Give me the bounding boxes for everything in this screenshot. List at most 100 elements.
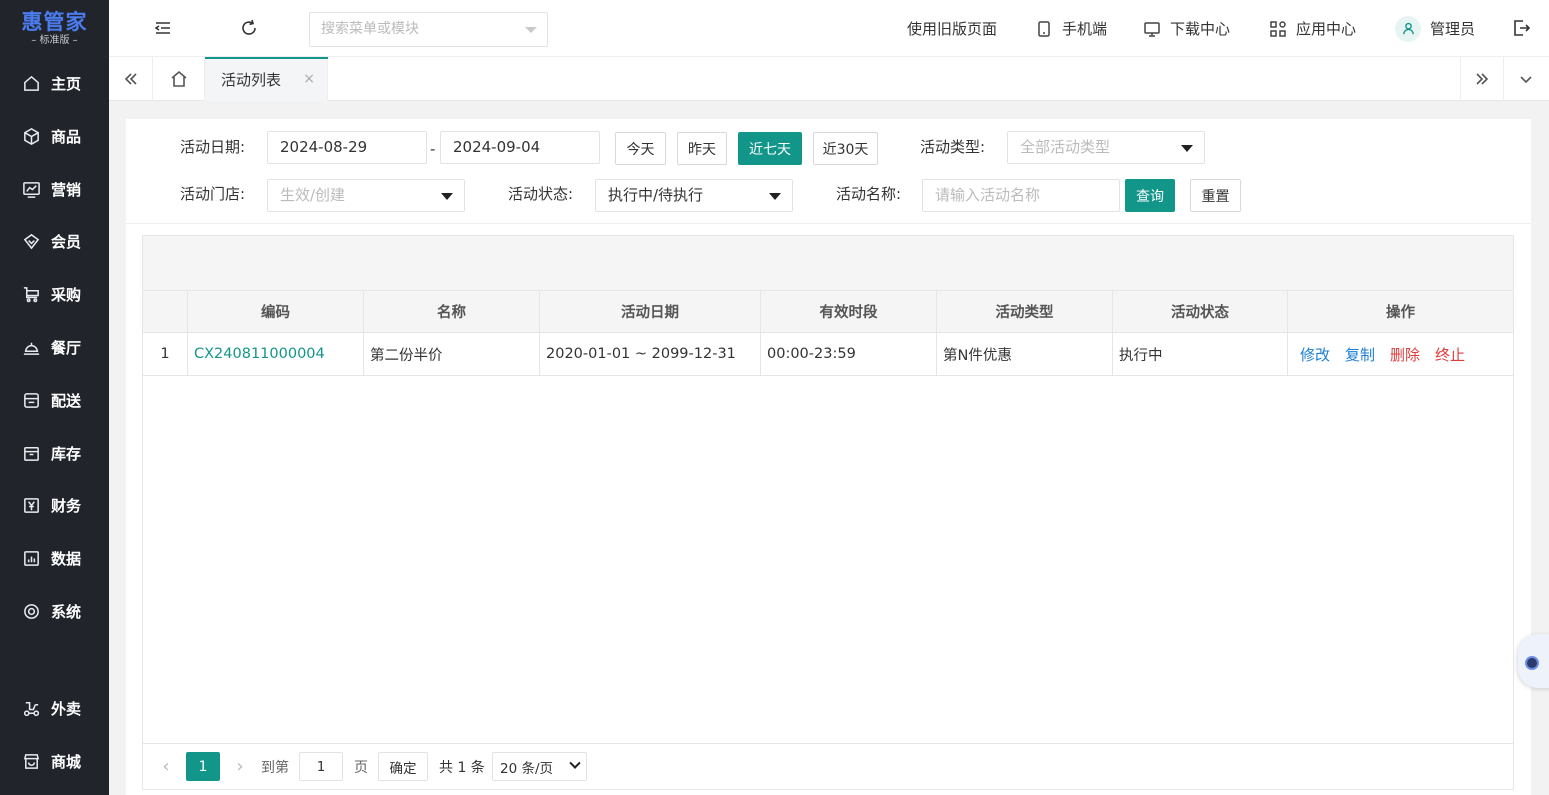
assistant-robot-icon[interactable] [1518,634,1549,688]
top-bar: 搜索菜单或模块 使用旧版页面 手机端 下载中心 应用中心 管理员 [109,0,1549,57]
phone-icon [1038,20,1050,37]
goto-label: 到第 [261,759,289,776]
pagination: ‹ 1 › 到第 1 页 确定 共 1 条 20 条/页 [143,743,1513,789]
sidebar-item-label: 系统 [51,602,82,621]
download-center-link[interactable]: 下载中心 [1143,0,1230,57]
sidebar-item-label: 营销 [51,180,82,199]
name-placeholder: 请输入活动名称 [935,186,1041,204]
sidebar-item-delivery[interactable]: 配送 [0,374,109,426]
today-button[interactable]: 今天 [615,132,666,165]
page-size-select[interactable]: 20 条/页 [492,752,587,781]
header-type: 活动类型 [937,291,1113,332]
old-page-link[interactable]: 使用旧版页面 [907,0,997,57]
sidebar-item-data[interactable]: 数据 [0,532,109,584]
logout-icon[interactable] [1510,17,1532,39]
end-date-input[interactable]: 2024-09-04 [440,131,600,164]
tab-bar: 活动列表 × [109,57,1549,101]
sidebar-item-restaurant[interactable]: 餐厅 [0,321,109,373]
sidebar-item-products[interactable]: 商品 [0,110,109,162]
edition-label: 标准版 [39,34,70,46]
chevron-down-icon [569,757,581,769]
date-label: 活动日期: [180,138,246,156]
table-toolbar [143,236,1513,291]
row-name: 第二份半价 [364,333,540,375]
monitor-icon [1144,21,1160,37]
tabs-menu-button[interactable] [1504,57,1548,101]
sidebar-item-label: 商品 [51,127,82,146]
activity-type-select[interactable]: 全部活动类型 [1007,131,1205,164]
sidebar-item-label: 商城 [51,752,82,771]
sidebar-item-takeout[interactable]: 外卖 [0,682,109,734]
logo: 惠管家 – 标准版 – [0,0,109,57]
row-status: 执行中 [1113,333,1288,375]
query-button[interactable]: 查询 [1125,179,1175,212]
user-menu[interactable]: 管理员 [1395,0,1475,57]
menu-search-input[interactable]: 搜索菜单或模块 [309,12,548,47]
close-icon[interactable]: × [303,71,315,87]
chevron-down-icon [1181,145,1193,152]
sidebar: 惠管家 – 标准版 – 主页 商品 营销 会员 采购 餐厅 配送 库存 财务 数… [0,0,109,795]
tabs-scroll-right-button[interactable] [1460,57,1504,101]
sidebar-item-system[interactable]: 系统 [0,585,109,637]
home-icon [24,75,39,91]
sidebar-item-members[interactable]: 会员 [0,215,109,267]
yesterday-button[interactable]: 昨天 [677,132,727,165]
page-1-button[interactable]: 1 [186,752,220,781]
activity-name-input[interactable]: 请输入活动名称 [922,179,1120,212]
page-number-input[interactable]: 1 [299,752,343,781]
sidebar-item-marketing[interactable]: 营销 [0,163,109,215]
copy-link[interactable]: 复制 [1345,344,1375,365]
start-date-value: 2024-08-29 [280,138,368,156]
store-label: 活动门店: [180,185,246,203]
download-label: 下载中心 [1170,20,1231,38]
start-date-input[interactable]: 2024-08-29 [267,131,427,164]
scooter-icon [23,701,40,716]
page-size-value: 20 条/页 [500,760,554,777]
prev-page-button[interactable]: ‹ [155,752,177,781]
delete-link[interactable]: 删除 [1390,344,1420,365]
edit-link[interactable]: 修改 [1300,344,1330,365]
tabs-scroll-left-button[interactable] [109,57,153,101]
sidebar-item-label: 财务 [51,496,82,515]
sidebar-item-purchase[interactable]: 采购 [0,268,109,320]
sidebar-item-home[interactable]: 主页 [0,57,109,109]
status-value: 执行中/待执行 [608,186,704,204]
store-icon [23,753,40,769]
goto-confirm-button[interactable]: 确定 [378,752,428,781]
collapse-menu-icon[interactable] [152,17,174,39]
header-index [143,291,188,332]
chevron-down-icon [441,193,453,200]
activity-code-link[interactable]: CX240811000004 [194,346,325,362]
header-code: 编码 [188,291,364,332]
sidebar-item-label: 主页 [51,74,82,93]
reset-button[interactable]: 重置 [1190,179,1241,212]
refresh-icon[interactable] [238,17,260,39]
store-select[interactable]: 生效/创建 [267,179,465,212]
chevron-down-icon [525,27,537,33]
app-center-link[interactable]: 应用中心 [1269,0,1356,57]
double-chevron-left-icon [124,73,137,85]
mobile-label: 手机端 [1062,20,1108,38]
sidebar-item-finance[interactable]: 财务 [0,479,109,531]
mobile-link[interactable]: 手机端 [1035,0,1107,57]
terminate-link[interactable]: 终止 [1435,344,1465,365]
search-placeholder: 搜索菜单或模块 [321,21,419,37]
sidebar-item-inventory[interactable]: 库存 [0,427,109,479]
header-period: 有效时段 [761,291,937,332]
sidebar-item-mall[interactable]: 商城 [0,735,109,787]
next-page-button[interactable]: › [229,752,251,781]
target-icon [24,603,39,619]
store-placeholder: 生效/创建 [280,186,346,204]
cube-icon [24,127,39,145]
old-page-label: 使用旧版页面 [907,20,998,38]
date-separator: - [430,140,436,158]
avatar [1395,15,1421,42]
last-7-days-button[interactable]: 近七天 [738,132,802,165]
row-type: 第N件优惠 [937,333,1113,375]
type-placeholder: 全部活动类型 [1020,138,1111,156]
status-select[interactable]: 执行中/待执行 [595,179,793,212]
total-count: 共 1 条 [439,759,485,776]
tab-activity-list[interactable]: 活动列表 × [205,57,328,101]
tab-home[interactable] [153,57,205,101]
last-30-days-button[interactable]: 近30天 [813,132,878,165]
